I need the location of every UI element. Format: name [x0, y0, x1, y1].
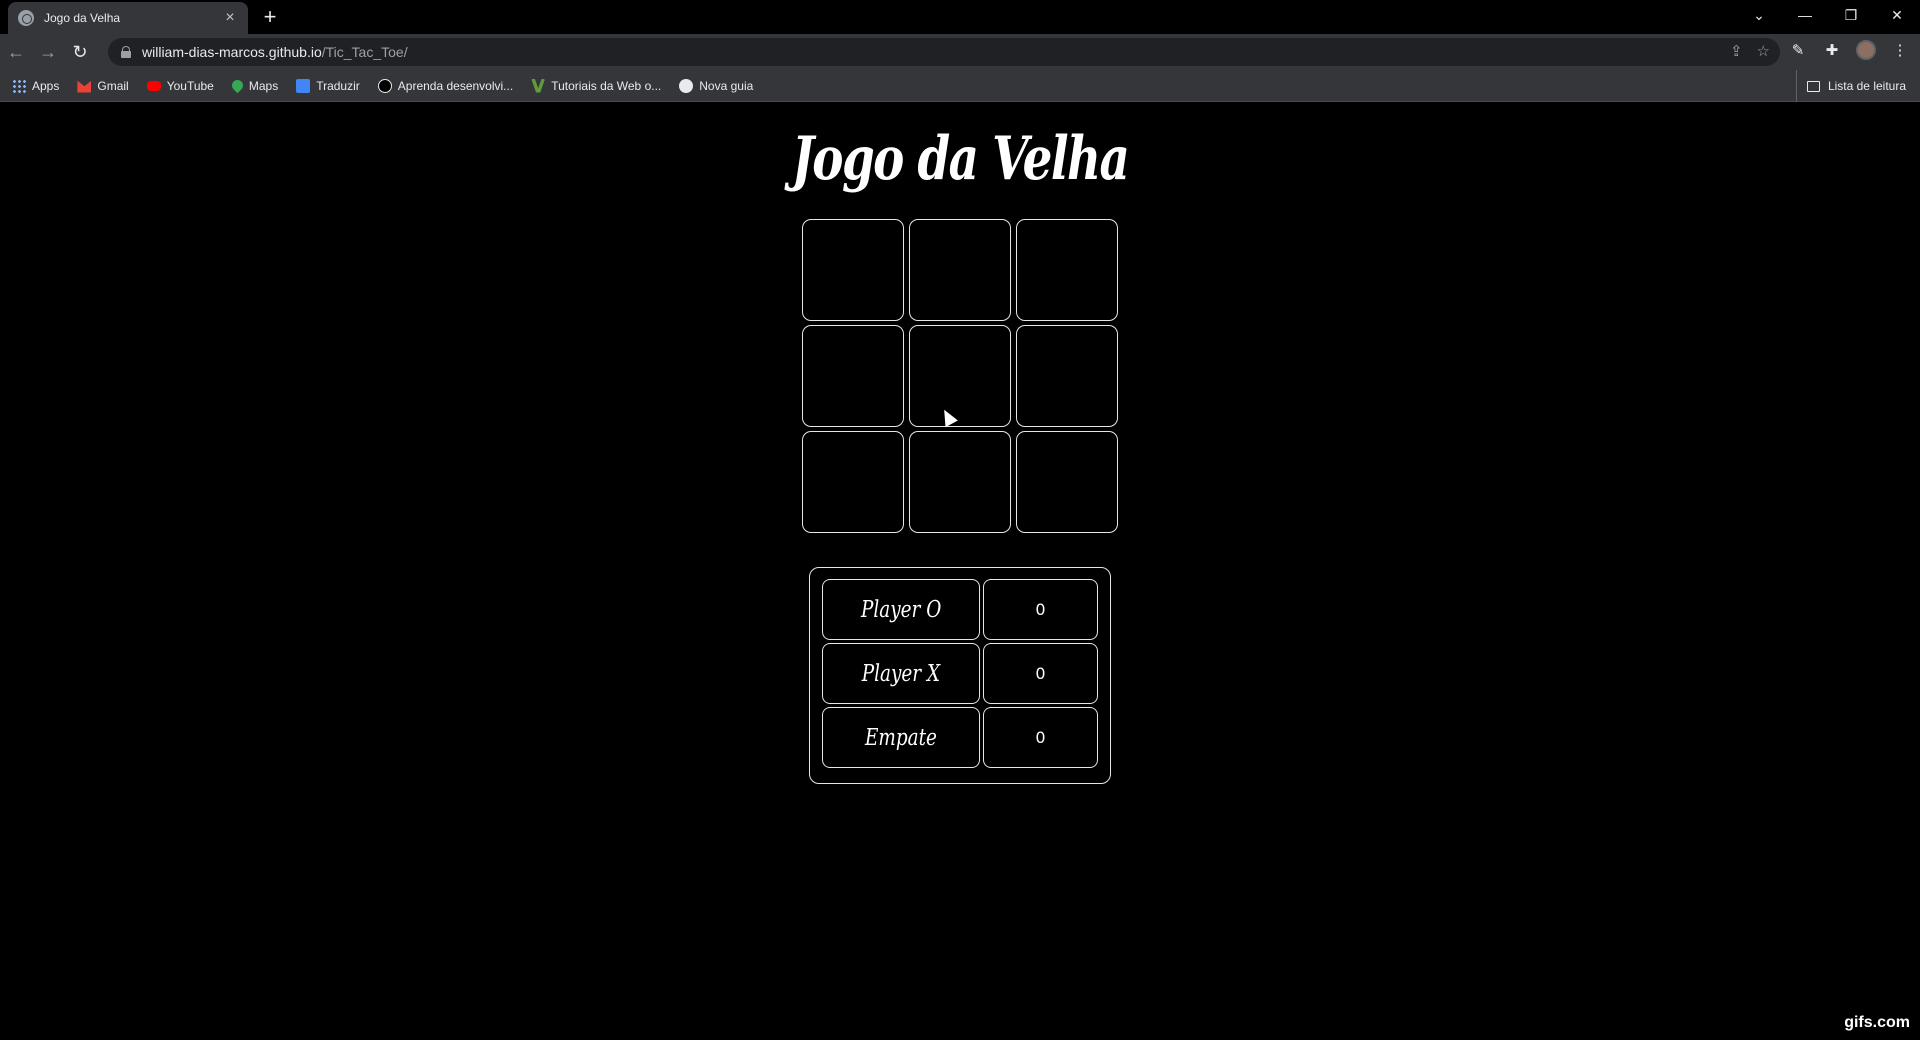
- tab-strip: Jogo da Velha × + ⌄ — ❐ ✕: [0, 0, 1920, 34]
- score-value: 0: [983, 643, 1098, 704]
- bookmark-youtube[interactable]: YouTube: [146, 78, 214, 93]
- maps-icon: [229, 77, 246, 94]
- url-path: /Tic_Tac_Toe/: [321, 44, 408, 60]
- score-label: Player O: [822, 579, 980, 640]
- reload-button[interactable]: ↻: [64, 36, 96, 68]
- bookmark-label: Maps: [248, 78, 279, 93]
- pen-icon[interactable]: ✎: [1784, 36, 1812, 64]
- score-label: Empate: [822, 707, 980, 768]
- apps-icon: [12, 78, 26, 93]
- bookmark-gmail[interactable]: Gmail: [77, 78, 129, 93]
- star-icon[interactable]: ☆: [1757, 42, 1770, 60]
- bookmark-label: Aprenda desenvolvi...: [397, 78, 514, 93]
- bookmark-apps[interactable]: Apps: [12, 78, 60, 93]
- score-value: 0: [983, 707, 1098, 768]
- score-label: Player X: [822, 643, 980, 704]
- tab-title: Jogo da Velha: [44, 11, 121, 25]
- new-tab-button[interactable]: +: [258, 6, 282, 30]
- reading-list-button[interactable]: Lista de leitura: [1795, 70, 1906, 102]
- avatar: [1856, 40, 1876, 60]
- window-controls: ⌄ — ❐ ✕: [1736, 0, 1920, 30]
- score-value: 0: [983, 579, 1098, 640]
- board-cell[interactable]: [1016, 325, 1118, 427]
- board-cell[interactable]: [1016, 219, 1118, 321]
- bookmark-maps[interactable]: Maps: [229, 77, 279, 94]
- board-cell[interactable]: [802, 431, 904, 533]
- bookmark-label: Gmail: [97, 78, 129, 93]
- close-window-button[interactable]: ✕: [1874, 0, 1920, 30]
- board-cell[interactable]: [909, 219, 1011, 321]
- url-host: william-dias-marcos.github.io: [142, 44, 322, 60]
- youtube-icon: [146, 80, 161, 91]
- watermark: gifs.com: [1844, 1014, 1910, 1031]
- globe-icon: [679, 78, 694, 93]
- score-row-player-x: Player X 0: [822, 643, 1098, 704]
- browser-toolbar: ← → ↻ william-dias-marcos.github.io/Tic_…: [0, 34, 1920, 70]
- address-bar[interactable]: william-dias-marcos.github.io/Tic_Tac_To…: [108, 38, 1780, 66]
- score-row-player-o: Player O 0: [822, 579, 1098, 640]
- game-board: [802, 219, 1118, 537]
- bookmark-nova-guia[interactable]: Nova guia: [679, 78, 754, 93]
- bookmark-label: YouTube: [166, 78, 214, 93]
- w-icon: [531, 78, 546, 93]
- board-cell[interactable]: [909, 325, 1011, 427]
- reading-list-label: Lista de leitura: [1827, 79, 1906, 93]
- board-cell[interactable]: [909, 431, 1011, 533]
- page-content: Jogo da Velha Player O 0 Player X 0 Empa…: [0, 102, 1920, 1040]
- forward-button[interactable]: →: [32, 36, 64, 68]
- scoreboard: Player O 0 Player X 0 Empate 0: [809, 567, 1111, 784]
- toolbar-actions: ✎ ✚ ⋮: [1784, 36, 1920, 64]
- menu-icon[interactable]: ⋮: [1886, 36, 1914, 64]
- score-row-empate: Empate 0: [822, 707, 1098, 768]
- bookmarks-bar: Apps Gmail YouTube Maps Traduzir Aprenda…: [0, 70, 1920, 102]
- translate-icon: [296, 78, 311, 93]
- back-button[interactable]: ←: [0, 36, 32, 68]
- bookmark-tutoriais[interactable]: Tutoriais da Web o...: [531, 78, 662, 93]
- board-cell[interactable]: [802, 219, 904, 321]
- browser-chrome: Jogo da Velha × + ⌄ — ❐ ✕ ← → ↻ william-…: [0, 0, 1920, 102]
- globe-icon: [18, 10, 34, 26]
- bookmark-label: Apps: [32, 78, 60, 93]
- close-icon[interactable]: ×: [222, 10, 238, 26]
- board-cell[interactable]: [802, 325, 904, 427]
- profile-button[interactable]: [1852, 36, 1880, 64]
- lock-icon[interactable]: [120, 46, 132, 58]
- extensions-icon[interactable]: ✚: [1818, 36, 1846, 64]
- tab-jogo-da-velha[interactable]: Jogo da Velha ×: [8, 2, 248, 34]
- bookmark-traduzir[interactable]: Traduzir: [296, 78, 360, 93]
- tab-search-button[interactable]: ⌄: [1736, 0, 1782, 30]
- reading-list-icon: [1806, 80, 1820, 92]
- page-title: Jogo da Velha: [791, 124, 1130, 194]
- board-cell[interactable]: [1016, 431, 1118, 533]
- gmail-icon: [77, 80, 92, 93]
- bookmark-aprenda[interactable]: Aprenda desenvolvi...: [377, 78, 514, 93]
- graduation-icon: [377, 78, 392, 93]
- minimize-button[interactable]: —: [1782, 0, 1828, 30]
- bookmark-label: Nova guia: [699, 78, 754, 93]
- bookmark-label: Tutoriais da Web o...: [551, 78, 662, 93]
- restore-button[interactable]: ❐: [1828, 0, 1874, 30]
- omnibox-actions: ⇪ ☆: [1730, 42, 1770, 60]
- share-icon[interactable]: ⇪: [1730, 42, 1743, 60]
- bookmark-label: Traduzir: [316, 78, 360, 93]
